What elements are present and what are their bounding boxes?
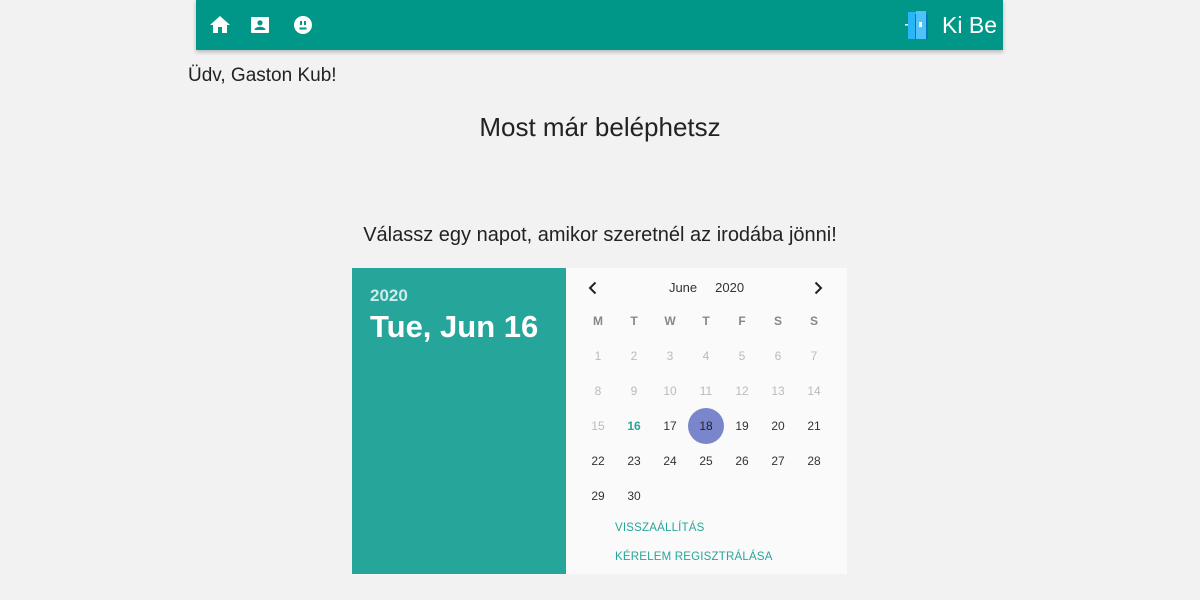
day-cell: 14	[796, 373, 832, 408]
selected-year[interactable]: 2020	[370, 286, 566, 306]
day-cell: 2	[616, 338, 652, 373]
day-cell[interactable]: 26	[724, 443, 760, 478]
page-title: Most már beléphetsz	[479, 112, 721, 142]
day-cell[interactable]: 29	[580, 478, 616, 513]
day-selected[interactable]: 18	[688, 407, 724, 444]
day-number: 15	[591, 418, 605, 433]
day-number: 7	[810, 348, 818, 363]
register-request-button[interactable]: KÉRELEM REGISZTRÁLÁSA	[615, 551, 773, 563]
day-cell[interactable]: 28	[796, 443, 832, 478]
brand-name: Ki Be	[942, 11, 997, 38]
empty-day-cell	[688, 478, 724, 513]
day-number: 2	[630, 348, 638, 363]
weekday-header: M	[593, 313, 603, 328]
day-number: 12	[735, 383, 749, 398]
empty-day-cell	[796, 478, 832, 513]
day-cell[interactable]: 21	[796, 408, 832, 443]
empty-day-cell	[724, 478, 760, 513]
day-number: 23	[627, 453, 641, 468]
day-number: 24	[663, 453, 677, 468]
selected-date-label: Tue, Jun 16	[370, 309, 539, 344]
weekday-header: S	[773, 313, 782, 328]
calendar-panel: June 2020 M T W T F S S 1 2 3 4 5 6 7 8 9 10 11 12 13 14 15 16 1…	[566, 268, 847, 574]
next-month-button[interactable]	[808, 278, 828, 298]
day-number: 21	[807, 418, 821, 433]
day-number: 16	[627, 418, 641, 433]
day-cell[interactable]: 23	[616, 443, 652, 478]
brand: Ki Be	[904, 8, 997, 42]
day-number: 4	[702, 348, 710, 363]
month-year: 2020	[715, 280, 745, 295]
day-number: 25	[699, 453, 713, 468]
day-number: 11	[699, 383, 713, 398]
month-year-label: June 2020	[566, 280, 847, 295]
door-logo-icon	[905, 11, 929, 39]
day-cell[interactable]: 27	[760, 443, 796, 478]
home-icon[interactable]	[208, 13, 232, 37]
month-navigation: June 2020	[566, 278, 847, 298]
day-cell: 4	[688, 338, 724, 373]
day-today[interactable]: 16	[616, 408, 652, 443]
day-cell: 7	[796, 338, 832, 373]
day-cell: 13	[760, 373, 796, 408]
day-number: 10	[663, 383, 677, 398]
weekday-header: T	[702, 313, 710, 328]
day-number: 22	[591, 453, 605, 468]
day-number: 26	[735, 453, 749, 468]
day-number: 19	[735, 418, 749, 433]
day-cell: 9	[616, 373, 652, 408]
top-app-bar: Ki Be	[196, 0, 1003, 50]
day-cell[interactable]: 30	[616, 478, 652, 513]
contact-card-icon[interactable]	[248, 13, 272, 37]
instruction-text: Válassz egy napot, amikor szeretnél az i…	[363, 224, 837, 246]
day-number: 30	[627, 488, 641, 503]
day-number: 3	[666, 348, 674, 363]
day-cell: 5	[724, 338, 760, 373]
day-cell: 12	[724, 373, 760, 408]
day-number: 20	[771, 418, 785, 433]
day-cell[interactable]: 22	[580, 443, 616, 478]
month-name: June	[668, 280, 698, 295]
day-cell: 15	[580, 408, 616, 443]
reset-button[interactable]: VISSZAÁLLÍTÁS	[615, 522, 705, 534]
day-cell[interactable]: 25	[688, 443, 724, 478]
day-cell[interactable]: 17	[652, 408, 688, 443]
weekday-header: S	[809, 313, 818, 328]
day-cell[interactable]: 19	[724, 408, 760, 443]
day-cell: 11	[688, 373, 724, 408]
weekday-header: T	[630, 313, 638, 328]
day-number: 29	[591, 488, 605, 503]
day-number: 9	[630, 383, 638, 398]
mood-icon[interactable]	[291, 13, 315, 37]
day-number: 28	[807, 453, 821, 468]
day-number: 5	[738, 348, 746, 363]
day-number: 14	[807, 383, 821, 398]
day-cell: 1	[580, 338, 616, 373]
date-picker-header: 2020 Tue, Jun 16	[352, 268, 566, 574]
empty-day-cell	[760, 478, 796, 513]
date-picker: 2020 Tue, Jun 16 June 2020 MTWTFSS1234567…	[352, 268, 847, 574]
weekday-header: F	[738, 313, 746, 328]
day-number: 17	[663, 418, 677, 433]
chevron-right-icon	[814, 281, 823, 295]
day-number: 27	[771, 453, 785, 468]
greeting-text: Üdv, Gaston Kub!	[188, 65, 337, 86]
day-number: 18	[699, 418, 713, 433]
day-cell[interactable]: 24	[652, 443, 688, 478]
day-cell: 8	[580, 373, 616, 408]
day-number: 6	[774, 348, 782, 363]
day-cell: 3	[652, 338, 688, 373]
day-cell[interactable]: 20	[760, 408, 796, 443]
calendar-grid: M T W T F S S 1 2 3 4 5 6 7 8 9 10 11 12 13 14 15 16 17 18 19 20 21…	[580, 303, 832, 513]
empty-day-cell	[652, 478, 688, 513]
day-number: 1	[594, 348, 602, 363]
day-number: 8	[594, 383, 602, 398]
day-cell: 10	[652, 373, 688, 408]
day-number: 13	[771, 383, 785, 398]
weekday-header: W	[664, 313, 676, 328]
day-cell: 6	[760, 338, 796, 373]
